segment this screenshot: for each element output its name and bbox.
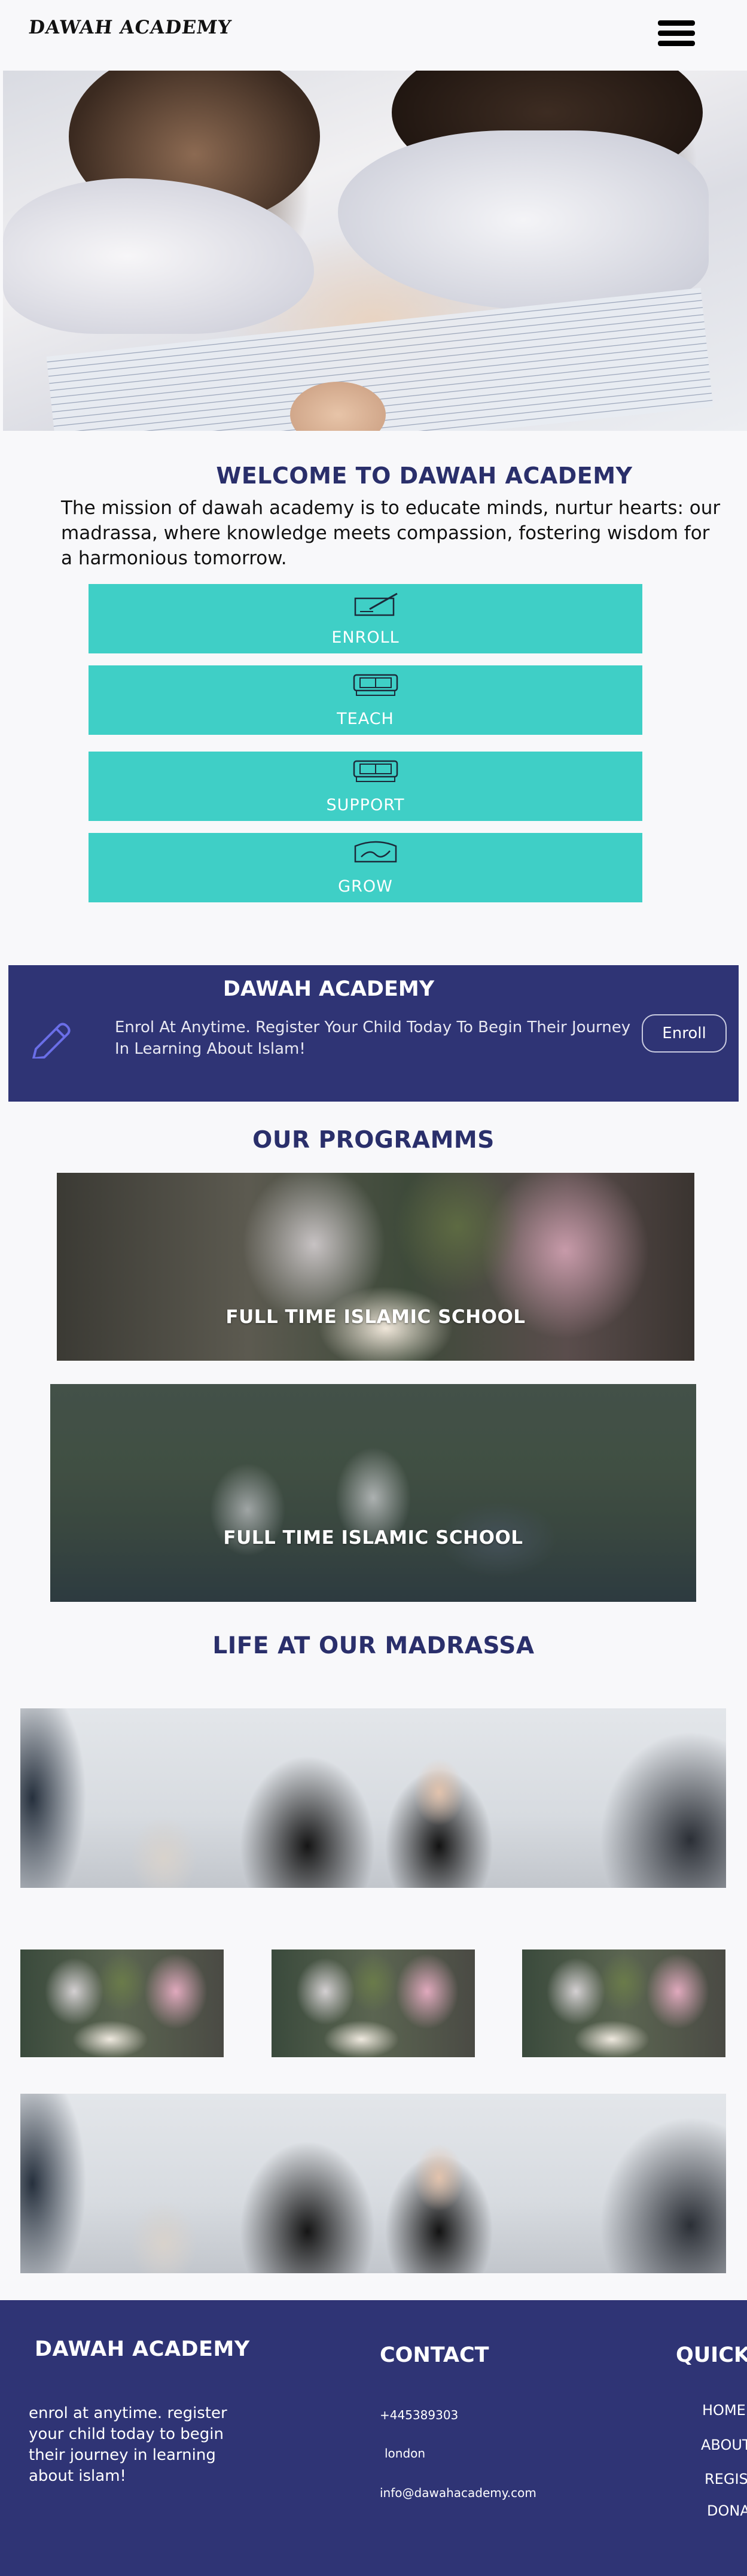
welcome-title: WELCOME TO DAWAH ACADEMY (216, 463, 633, 489)
program-card-full-time-islamic-school[interactable]: FULL TIME ISLAMIC SCHOOL (57, 1173, 694, 1361)
programs-title: OUR PROGRAMMS (252, 1127, 495, 1154)
feature-label: SUPPORT (326, 796, 405, 814)
footer-link-about[interactable]: ABOUT (701, 2437, 747, 2453)
gallery-image-girls-reading (272, 1950, 475, 2057)
program-label: FULL TIME ISLAMIC SCHOOL (223, 1527, 523, 1549)
contact-title: CONTACT (380, 2343, 489, 2367)
site-header: DAWAH ACADEMY (0, 0, 747, 69)
contact-phone[interactable]: +445389303 (380, 2408, 458, 2422)
feature-label: TEACH (337, 710, 394, 728)
banner-title: DAWAH ACADEMY (222, 977, 435, 1001)
feature-grow[interactable]: GROW (89, 833, 642, 902)
feature-enroll[interactable]: ENROLL (89, 584, 642, 653)
hero-image (3, 71, 747, 431)
gallery-image-girls-reading (522, 1950, 725, 2057)
gallery-image-classroom (20, 2094, 726, 2273)
footer-link-donate[interactable]: DONA (707, 2502, 747, 2519)
hamburger-menu-icon[interactable] (658, 20, 695, 50)
books-icon (353, 674, 398, 696)
site-logo[interactable]: DAWAH ACADEMY (28, 17, 233, 38)
program-card-full-time-islamic-school[interactable]: FULL TIME ISLAMIC SCHOOL (50, 1384, 696, 1602)
mission-text: The mission of dawah academy is to educa… (61, 497, 721, 569)
pencil-icon (32, 1023, 71, 1059)
contact-city: london (385, 2446, 426, 2461)
enroll-button[interactable]: Enroll (642, 1014, 727, 1053)
feature-support[interactable]: SUPPORT (89, 752, 642, 821)
footer-description: enrol at anytime. register your child to… (29, 2404, 227, 2485)
contact-email[interactable]: info@dawahacademy.com (380, 2486, 536, 2500)
enroll-banner: DAWAH ACADEMY Enrol At Anytime. Register… (8, 965, 739, 1102)
banner-text: Enrol At Anytime. Register Your Child To… (115, 1018, 631, 1058)
feature-label: GROW (338, 877, 393, 896)
books-icon (353, 760, 398, 782)
footer-link-home[interactable]: HOME (702, 2402, 746, 2419)
gallery-image-classroom (20, 1708, 726, 1888)
feature-label: ENROLL (331, 628, 400, 647)
program-label: FULL TIME ISLAMIC SCHOOL (225, 1306, 526, 1328)
footer-brand: DAWAH ACADEMY (35, 2337, 250, 2361)
quick-links-title: QUICK (676, 2343, 747, 2367)
pen-writing-icon (354, 592, 398, 616)
site-footer: DAWAH ACADEMY enrol at anytime. register… (0, 2300, 747, 2576)
life-title: LIFE AT OUR MADRASSA (212, 1632, 535, 1659)
feature-teach[interactable]: TEACH (89, 665, 642, 735)
growth-box-icon (354, 841, 397, 863)
footer-link-register[interactable]: REGIS (705, 2471, 747, 2487)
gallery-image-girls-reading (20, 1950, 224, 2057)
